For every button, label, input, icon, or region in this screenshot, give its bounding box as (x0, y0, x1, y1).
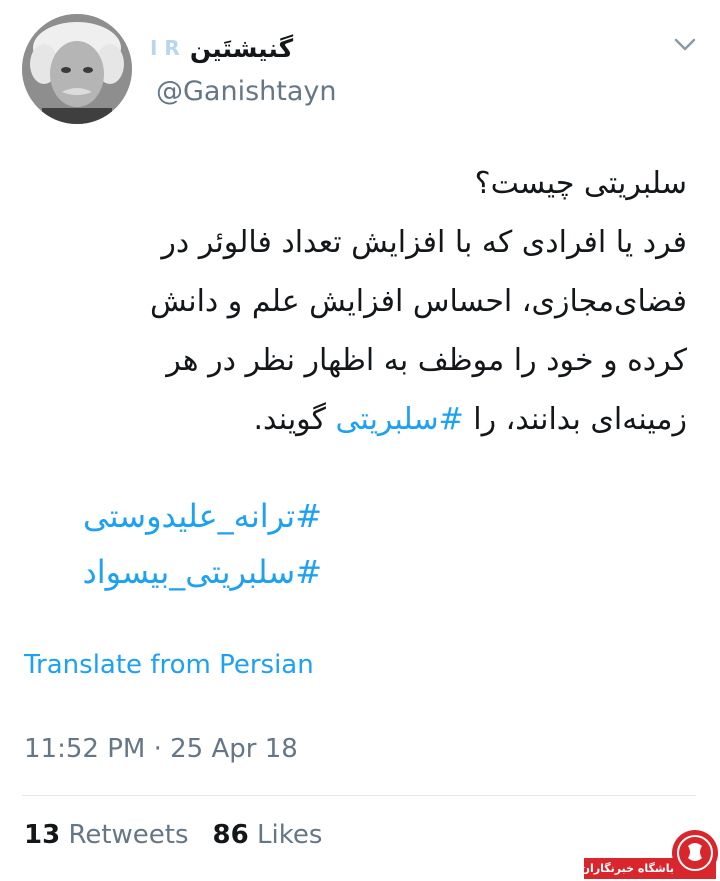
hashtag-link[interactable]: #ترانه_علیدوستی (22, 488, 322, 544)
iran-flag-letters: I R (150, 36, 180, 60)
user-handle[interactable]: @Ganishtayn (156, 76, 336, 107)
hashtag-link[interactable]: #سلبریتی_بیسواد (22, 544, 322, 600)
retweets-count: 13 (24, 820, 61, 850)
translate-link[interactable]: Translate from Persian (24, 650, 314, 680)
watermark: باشگاه خبرنگاران (580, 828, 720, 881)
timestamp[interactable]: 11:52 PM · 25 Apr 18 (24, 734, 298, 764)
tweet-line: کرده و خود را موظف به اظهار نظر در هر (166, 343, 687, 378)
display-name[interactable]: گنیشتَین (190, 34, 293, 63)
engagement-stats: 13 Retweets 86 Likes (24, 820, 322, 850)
retweets-label: Retweets (68, 820, 189, 850)
watermark-logo-icon (672, 830, 718, 876)
tweet-line: فضای‌مجازی، احساس افزایش علم و دانش (149, 284, 687, 319)
tweet-text-segment: گویند. (253, 402, 336, 437)
portrait-icon (22, 14, 132, 124)
likes-stat[interactable]: 86 Likes (213, 820, 323, 850)
divider (22, 795, 696, 796)
chevron-down-icon[interactable] (670, 30, 700, 60)
hashtag-list: #ترانه_علیدوستی #سلبریتی_بیسواد (22, 488, 322, 600)
tweet-line: زمینه‌ای بدانند، را #سلبریتی گویند. (22, 390, 688, 449)
tweet-text: سلبریتی چیست؟ فرد یا افرادی که با افزایش… (22, 154, 687, 449)
hashtag-link[interactable]: #سلبریتی (336, 402, 464, 437)
tweet-line: فرد یا افرادی که با افزایش تعداد فالوئر … (161, 225, 687, 260)
name-row: I R گنیشتَین (150, 30, 480, 66)
tweet-text-segment: زمینه‌ای بدانند، را (463, 402, 687, 437)
likes-label: Likes (257, 820, 323, 850)
tweet-line: سلبریتی چیست؟ (474, 166, 687, 201)
watermark-text: باشگاه خبرنگاران (580, 862, 674, 875)
retweets-stat[interactable]: 13 Retweets (24, 820, 189, 850)
likes-count: 86 (212, 820, 249, 850)
avatar[interactable] (22, 14, 132, 124)
tweet-card: I R گنیشتَین @Ganishtayn سلبریتی چیست؟ ف… (0, 0, 720, 881)
